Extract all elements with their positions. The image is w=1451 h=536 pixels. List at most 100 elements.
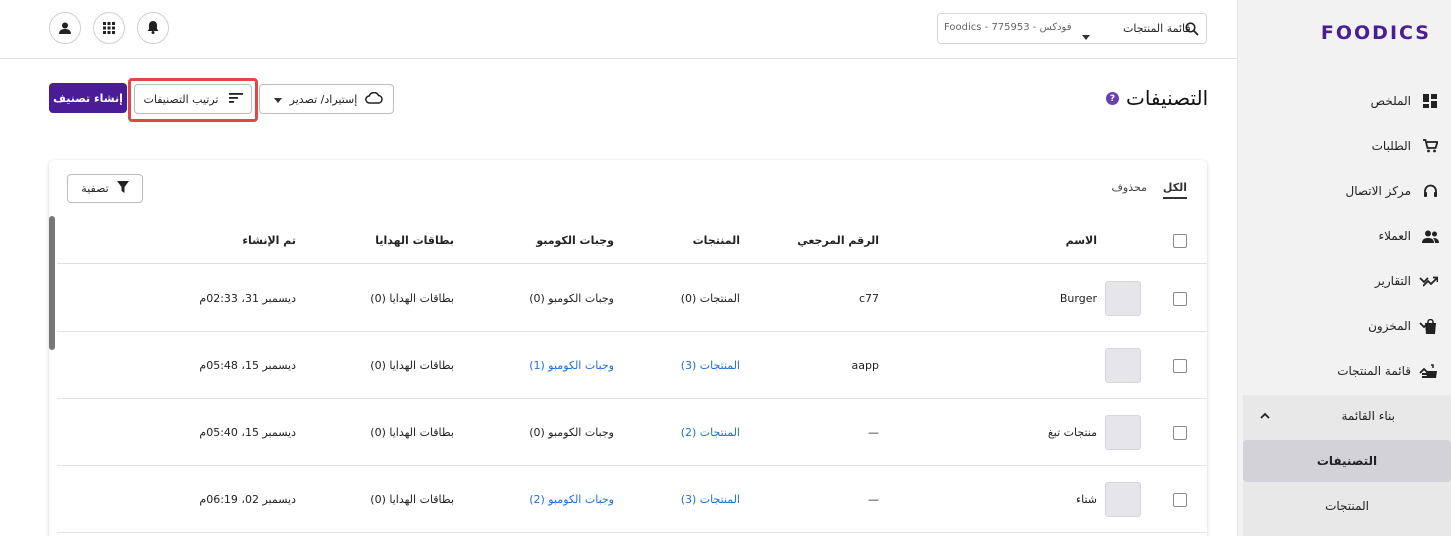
chevron-down-icon[interactable] bbox=[1417, 273, 1431, 287]
top-bar: Foodics - فودكس - 775953 قائمة المنتجات bbox=[0, 0, 1237, 59]
category-image bbox=[1105, 281, 1141, 316]
sidebar-item-label: العملاء bbox=[1378, 229, 1411, 243]
sidebar-group-build-menu[interactable]: بناء القائمة bbox=[1243, 394, 1451, 438]
menu-branch-selector[interactable]: Foodics - فودكس - 775953 قائمة المنتجات bbox=[937, 13, 1207, 44]
notifications-button[interactable] bbox=[137, 12, 169, 44]
cell-created: ديسمبر 02، 06:19م bbox=[199, 493, 296, 506]
sidebar-subitem-categories[interactable]: التصنيفات bbox=[1243, 440, 1451, 482]
column-header-products[interactable]: المنتجات bbox=[693, 234, 740, 247]
cell-combos: وجبات الكومبو (0) bbox=[529, 292, 614, 305]
row-checkbox[interactable] bbox=[1173, 292, 1187, 306]
sidebar-item-customers[interactable]: العملاء bbox=[1237, 214, 1451, 258]
chevron-down-icon[interactable] bbox=[1417, 318, 1431, 332]
page-title: التصنيفات bbox=[1126, 86, 1209, 110]
sort-button-label: ترتيب التصنيفات bbox=[143, 92, 219, 106]
table-row[interactable]: aapp المنتجات (3) وجبات الكومبو (1) بطاق… bbox=[57, 332, 1207, 399]
tab-deleted[interactable]: محذوف bbox=[1112, 181, 1147, 194]
sidebar-group-label: بناء القائمة bbox=[1341, 409, 1395, 423]
cell-ref: — bbox=[868, 426, 879, 439]
cloud-icon bbox=[365, 91, 383, 107]
cell-products-link[interactable]: المنتجات (2) bbox=[681, 426, 740, 439]
cell-gift-cards: بطاقات الهدايا (0) bbox=[370, 359, 454, 372]
cell-created: ديسمبر 15، 05:48م bbox=[199, 359, 296, 372]
column-header-ref[interactable]: الرقم المرجعي bbox=[797, 234, 879, 247]
row-checkbox[interactable] bbox=[1173, 493, 1187, 507]
cell-combos-link[interactable]: وجبات الكومبو (2) bbox=[529, 493, 614, 506]
cell-created: ديسمبر 15، 05:40م bbox=[199, 426, 296, 439]
category-image bbox=[1105, 482, 1141, 517]
profile-button[interactable] bbox=[49, 12, 81, 44]
cell-name: منتجات تبغ bbox=[1047, 426, 1097, 439]
sidebar-item-label: مركز الاتصال bbox=[1345, 184, 1412, 198]
import-export-label: إستيراد/ تصدير bbox=[289, 92, 358, 106]
cell-ref: c77 bbox=[858, 292, 879, 305]
category-image bbox=[1105, 415, 1141, 450]
sidebar-item-inventory[interactable]: المخزون bbox=[1237, 304, 1451, 348]
sidebar-item-orders[interactable]: الطلبات bbox=[1237, 124, 1451, 168]
apps-grid-icon bbox=[103, 19, 115, 38]
foodics-logo[interactable]: FOODICS bbox=[1321, 22, 1431, 44]
column-header-name[interactable]: الاسم bbox=[1066, 234, 1097, 247]
people-icon bbox=[1421, 227, 1439, 245]
sidebar-item-reports[interactable]: التقارير bbox=[1237, 259, 1451, 303]
sidebar-item-label: التقارير bbox=[1374, 274, 1411, 288]
column-header-gift-cards[interactable]: بطاقات الهدايا bbox=[375, 234, 454, 247]
sidebar-item-label: المخزون bbox=[1368, 319, 1411, 333]
funnel-icon bbox=[116, 181, 129, 196]
select-all-checkbox[interactable] bbox=[1173, 234, 1187, 248]
branch-label: Foodics - فودكس - 775953 bbox=[944, 22, 1072, 33]
sidebar-item-summary[interactable]: الملخص bbox=[1237, 79, 1451, 123]
scrollbar-thumb[interactable] bbox=[49, 216, 55, 350]
row-checkbox[interactable] bbox=[1173, 359, 1187, 373]
apps-button[interactable] bbox=[93, 12, 125, 44]
sidebar-item-label: الطلبات bbox=[1371, 139, 1411, 153]
cell-combos: وجبات الكومبو (0) bbox=[529, 426, 614, 439]
menu-search-label[interactable]: قائمة المنتجات bbox=[1123, 22, 1191, 35]
caret-down-icon bbox=[274, 93, 282, 106]
filter-button[interactable]: تصفية bbox=[67, 174, 143, 203]
sidebar-item-label: قائمة المنتجات bbox=[1337, 364, 1411, 378]
cell-ref: aapp bbox=[851, 359, 879, 372]
sidebar-subitem-products[interactable]: المنتجات bbox=[1243, 485, 1451, 527]
column-header-created[interactable]: تم الإنشاء bbox=[242, 234, 296, 247]
cell-gift-cards: بطاقات الهدايا (0) bbox=[370, 292, 454, 305]
table-row[interactable]: منتجات تبغ — المنتجات (2) وجبات الكومبو … bbox=[57, 399, 1207, 466]
cell-gift-cards: بطاقات الهدايا (0) bbox=[370, 426, 454, 439]
sort-icon bbox=[228, 92, 243, 106]
chevron-up-icon[interactable] bbox=[1258, 408, 1272, 422]
cell-name: شتاء bbox=[1075, 493, 1097, 506]
table-header: الاسم الرقم المرجعي المنتجات وجبات الكوم… bbox=[57, 216, 1207, 264]
headset-icon bbox=[1421, 182, 1439, 200]
cell-gift-cards: بطاقات الهدايا (0) bbox=[370, 493, 454, 506]
cell-combos-link[interactable]: وجبات الكومبو (1) bbox=[529, 359, 614, 372]
row-checkbox[interactable] bbox=[1173, 426, 1187, 440]
cell-ref: — bbox=[868, 493, 879, 506]
categories-card: الكل محذوف تصفية الاسم الرقم المرجعي الم… bbox=[49, 160, 1207, 536]
bell-icon bbox=[147, 19, 159, 38]
import-export-button[interactable]: إستيراد/ تصدير bbox=[259, 84, 394, 114]
cell-name: Burger bbox=[1059, 292, 1097, 305]
column-header-combos[interactable]: وجبات الكومبو bbox=[536, 234, 614, 247]
cell-products-link[interactable]: المنتجات (3) bbox=[681, 493, 740, 506]
sort-categories-button[interactable]: ترتيب التصنيفات bbox=[134, 84, 252, 114]
search-icon bbox=[1185, 21, 1199, 40]
tab-all[interactable]: الكل bbox=[1162, 181, 1187, 199]
dashboard-icon bbox=[1421, 92, 1439, 110]
sidebar-item-label: الملخص bbox=[1370, 94, 1411, 108]
help-icon[interactable]: ? bbox=[1106, 92, 1119, 105]
caret-down-icon[interactable] bbox=[1082, 25, 1090, 44]
user-icon bbox=[59, 19, 71, 38]
sidebar: FOODICS الملخص الطلبات مركز الاتصال العم… bbox=[1237, 0, 1451, 536]
cell-created: ديسمبر 31، 02:33م bbox=[199, 292, 296, 305]
sidebar-item-call-center[interactable]: مركز الاتصال bbox=[1237, 169, 1451, 213]
chevron-up-icon[interactable] bbox=[1417, 363, 1431, 377]
cart-icon bbox=[1421, 137, 1439, 155]
category-image bbox=[1105, 348, 1141, 383]
table-row[interactable]: Burger c77 المنتجات (0) وجبات الكومبو (0… bbox=[57, 265, 1207, 332]
create-category-button[interactable]: إنشاء تصنيف bbox=[49, 83, 127, 113]
cell-products: المنتجات (0) bbox=[680, 292, 740, 305]
cell-products-link[interactable]: المنتجات (3) bbox=[681, 359, 740, 372]
filter-button-label: تصفية bbox=[81, 182, 109, 195]
table-row[interactable]: شتاء — المنتجات (3) وجبات الكومبو (2) بط… bbox=[57, 466, 1207, 533]
sidebar-item-menu[interactable]: قائمة المنتجات bbox=[1237, 349, 1451, 393]
